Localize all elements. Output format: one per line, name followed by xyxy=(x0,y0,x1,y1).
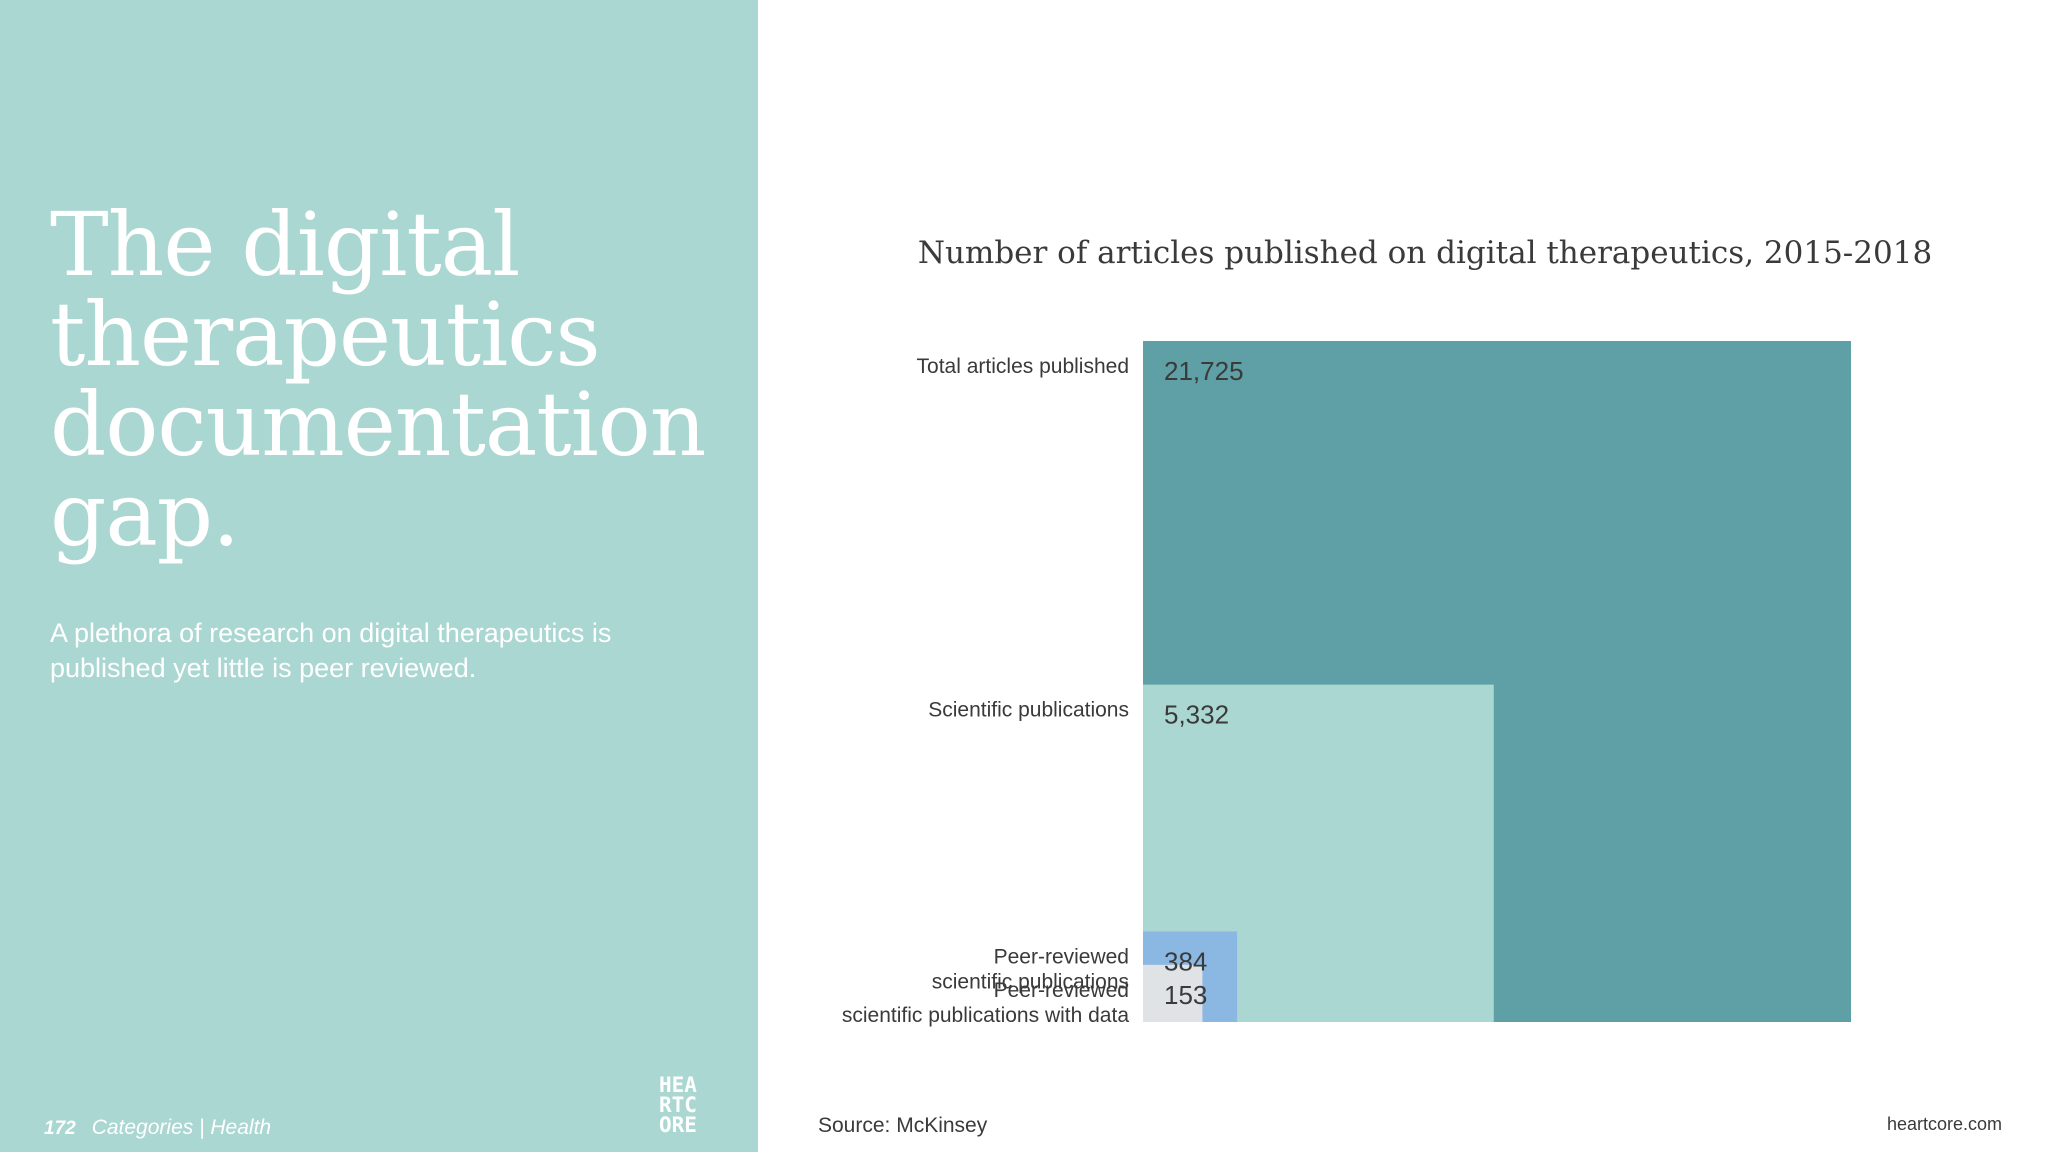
value-label-total: 21,725 xyxy=(1164,356,1244,386)
website-link: heartcore.com xyxy=(1886,1114,2002,1134)
value-label-peer-reviewed: 384 xyxy=(1164,946,1207,976)
value-label-with-data: 153 xyxy=(1164,980,1207,1010)
value-label-scientific: 5,332 xyxy=(1164,700,1229,730)
source-note: Source: McKinsey xyxy=(818,1114,988,1137)
nested-area-chart: 21,725 Total articles published 5,332 Scien… xyxy=(842,341,1851,1027)
category-label-total: Total articles published xyxy=(917,355,1129,378)
category-label-scientific: Scientific publications xyxy=(928,699,1129,722)
